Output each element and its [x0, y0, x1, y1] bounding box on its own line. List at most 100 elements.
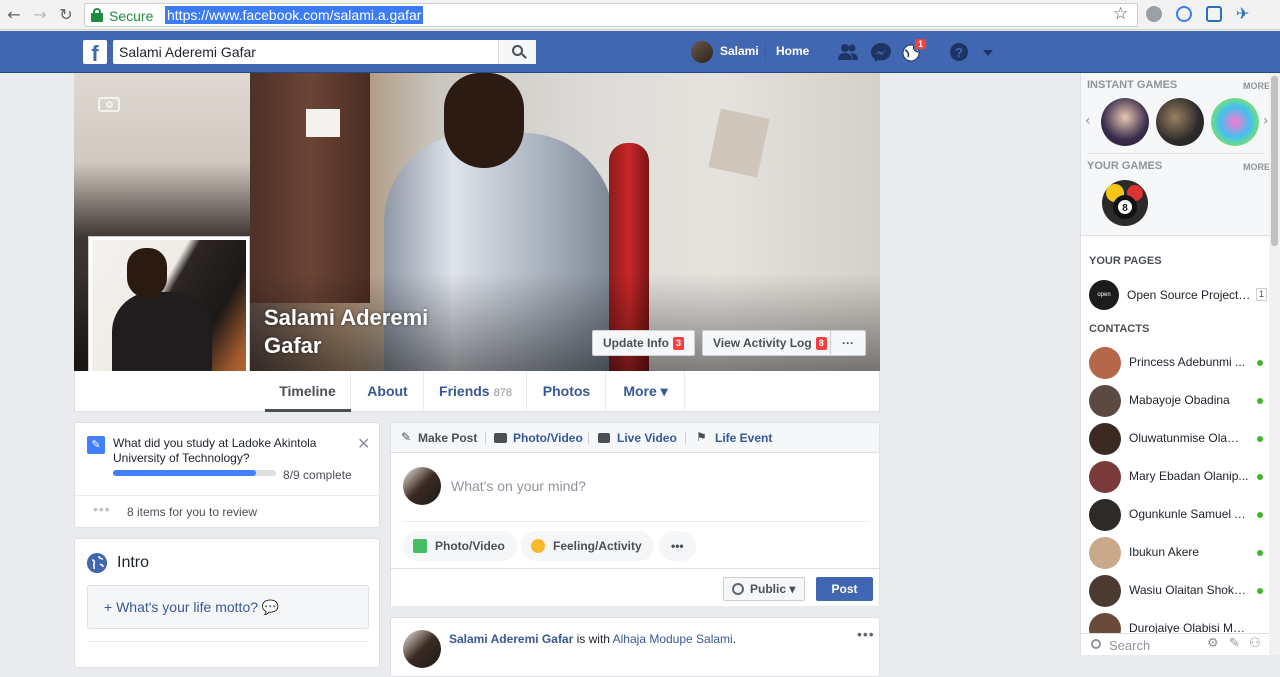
feeling-activity-pill[interactable]: Feeling/Activity — [521, 531, 654, 561]
url-text[interactable]: https://www.facebook.com/salami.a.gafar — [165, 6, 424, 24]
help-icon[interactable]: ? — [948, 42, 970, 62]
tab-about[interactable]: About — [352, 371, 424, 411]
contact-item[interactable]: Oluwatunmise Olami... — [1081, 419, 1271, 457]
composer-tab-divider — [588, 432, 589, 444]
friend-requests-icon[interactable] — [837, 42, 859, 62]
instant-games-more-link[interactable]: MORE — [1243, 81, 1270, 91]
game-icon[interactable] — [1211, 98, 1259, 146]
contact-item[interactable]: Mabayoje Obadina — [1081, 381, 1271, 419]
online-status-icon — [1257, 588, 1263, 594]
video-camera-icon — [598, 433, 610, 443]
view-activity-log-button[interactable]: View Activity Log 8 — [702, 330, 838, 356]
contact-item[interactable]: Ibukun Akere — [1081, 533, 1271, 571]
tab-photos[interactable]: Photos — [528, 371, 606, 411]
profile-tabs: Timeline About Friends 878 Photos More ▾ — [74, 371, 880, 412]
photo-video-tab[interactable]: Photo/Video — [513, 431, 583, 445]
avatar — [1089, 499, 1121, 531]
search-button[interactable] — [498, 40, 536, 64]
8-ball-pool-game-icon[interactable]: 8 — [1101, 179, 1149, 227]
profile-more-button[interactable]: ··· — [830, 330, 866, 356]
dots-icon: ••• — [93, 501, 111, 517]
status-input[interactable]: What's on your mind? — [451, 478, 586, 494]
account-menu-chevron-down-icon[interactable] — [982, 49, 994, 57]
avatar[interactable] — [691, 41, 713, 63]
audience-selector[interactable]: Public ▾ — [723, 577, 805, 601]
contact-item[interactable]: Mary Ebadan Olanip... — [1081, 457, 1271, 495]
review-items-link[interactable]: 8 items for you to review — [127, 505, 257, 519]
contact-name: Mabayoje Obadina — [1129, 393, 1230, 407]
composer-more-pill[interactable]: ••• — [659, 531, 696, 561]
contact-item[interactable]: Ogunkunle Samuel A... — [1081, 495, 1271, 533]
online-status-icon — [1257, 512, 1263, 518]
right-sidebar: INSTANT GAMES MORE ‹ › YOUR GAMES MORE 8… — [1080, 73, 1280, 655]
close-icon[interactable]: ✕ — [357, 434, 370, 453]
composer-footer: Public ▾ Post — [391, 568, 879, 606]
back-icon[interactable]: ← — [4, 5, 24, 25]
extension-plane-icon[interactable]: ✈ — [1236, 4, 1249, 23]
cover-scene-door — [250, 73, 370, 303]
extension-square-icon[interactable] — [1206, 6, 1222, 22]
profile-name[interactable]: Salami Aderemi Gafar — [264, 304, 464, 360]
reload-icon[interactable]: ↻ — [56, 5, 76, 25]
your-games-more-link[interactable]: MORE — [1243, 162, 1270, 172]
chevron-right-icon[interactable]: › — [1263, 113, 1269, 129]
post-options-icon[interactable]: ••• — [857, 626, 875, 642]
tagged-user-link[interactable]: Alhaja Modupe Salami — [613, 632, 733, 646]
photo-video-pill[interactable]: Photo/Video — [403, 531, 517, 561]
study-question[interactable]: What did you study at Ladoke Akintola Un… — [113, 436, 343, 466]
pencil-icon: ✎ — [87, 436, 105, 454]
chevron-left-icon[interactable]: ‹ — [1085, 113, 1091, 129]
photo-video-pill-label: Photo/Video — [435, 539, 505, 553]
page-avatar[interactable]: open source — [1089, 280, 1119, 328]
extension-circle-icon[interactable] — [1176, 6, 1192, 22]
photo-icon — [413, 539, 427, 553]
life-event-tab[interactable]: Life Event — [715, 431, 772, 445]
search-icon — [1091, 639, 1101, 649]
games-divider — [1087, 153, 1265, 154]
compose-icon[interactable]: ✎ — [1229, 636, 1240, 651]
chat-search-input[interactable]: Search ⚙ ✎ ⚇ — [1081, 633, 1271, 655]
update-info-button[interactable]: Update Info 3 — [592, 330, 696, 356]
search-input[interactable]: Salami Aderemi Gafar — [113, 40, 536, 64]
feed-post: Salami Aderemi Gafar is with Alhaja Modu… — [390, 617, 880, 677]
make-post-tab[interactable]: Make Post — [418, 431, 477, 445]
game-icon[interactable] — [1101, 98, 1149, 146]
bookmark-star-icon[interactable]: ☆ — [1113, 4, 1128, 24]
address-bar[interactable]: Secure https://www.facebook.com/salami.a… — [84, 3, 1138, 27]
tab-timeline[interactable]: Timeline — [265, 371, 351, 411]
update-info-label: Update Info — [603, 336, 669, 350]
page-link[interactable]: Open Source Projects... — [1127, 288, 1251, 302]
game-icon[interactable] — [1156, 98, 1204, 146]
cover-scene-sign — [306, 109, 340, 137]
avatar[interactable] — [403, 630, 441, 668]
instant-games-header: INSTANT GAMES — [1087, 79, 1178, 91]
svg-text:?: ? — [955, 45, 963, 60]
post-author-link[interactable]: Salami Aderemi Gafar — [449, 632, 573, 646]
post-button[interactable]: Post — [816, 577, 873, 601]
online-status-icon — [1257, 398, 1263, 404]
facebook-logo[interactable]: f — [83, 40, 107, 64]
extension-shield-icon[interactable] — [1146, 6, 1162, 22]
browser-toolbar: ← → ↻ Secure https://www.facebook.com/sa… — [0, 0, 1280, 30]
tab-friends[interactable]: Friends 878 — [425, 371, 527, 411]
messenger-icon[interactable] — [870, 42, 892, 62]
tab-more[interactable]: More ▾ — [607, 371, 685, 411]
camera-icon[interactable] — [98, 97, 120, 112]
scrollbar-thumb[interactable] — [1271, 76, 1278, 246]
avatar — [1089, 423, 1121, 455]
live-video-tab[interactable]: Live Video — [617, 431, 677, 445]
contact-item[interactable]: Wasiu Olaitan Shokoya — [1081, 571, 1271, 609]
avatar — [1089, 461, 1121, 493]
completion-progress-fill — [113, 470, 256, 476]
activity-log-label: View Activity Log — [713, 336, 812, 350]
contact-item[interactable]: Princess Adebunmi ... — [1081, 343, 1271, 381]
add-people-icon[interactable]: ⚇ — [1249, 636, 1261, 651]
home-link[interactable]: Home — [776, 44, 809, 58]
forward-icon[interactable]: → — [30, 5, 50, 25]
gear-icon[interactable]: ⚙ — [1207, 636, 1219, 651]
profile-link[interactable]: Salami — [720, 44, 759, 58]
contact-name: Mary Ebadan Olanip... — [1129, 469, 1249, 483]
life-motto-button[interactable]: + What's your life motto? 💬 — [87, 585, 369, 629]
globe-icon — [87, 553, 107, 573]
post-with-text: is with — [573, 632, 613, 646]
